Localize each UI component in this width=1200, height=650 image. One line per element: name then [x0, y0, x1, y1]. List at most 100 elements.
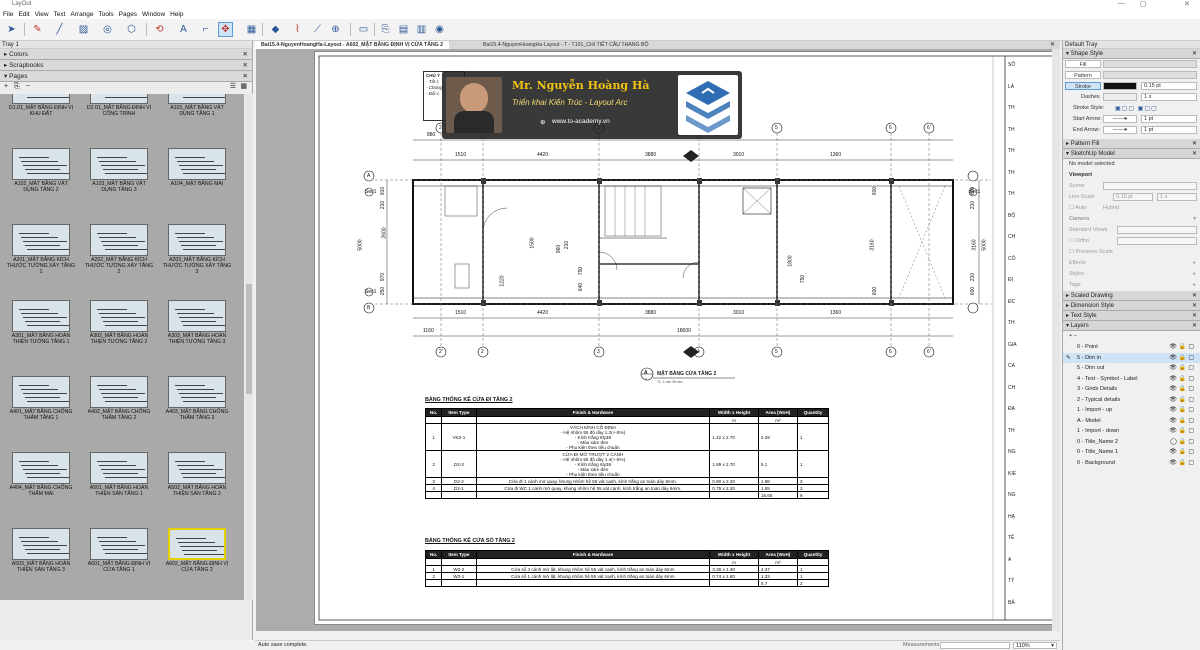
text-tool-icon[interactable]: A — [176, 22, 191, 37]
split-tool-icon[interactable]: ⟋ — [310, 22, 325, 37]
measurements-input[interactable] — [940, 642, 1010, 649]
table-row[interactable]: 1 W2-2 Cửa sổ 4 cánh mở lật, khung nhôm hệ… — [424, 565, 830, 573]
maximize-icon[interactable]: ▢ — [1140, 0, 1147, 8]
tray-section-scrapbooks[interactable]: ▸ Scrapbooks ✕ — [0, 60, 252, 71]
layer-visibility-lock-icons[interactable]: 👁🔒▢ — [1169, 395, 1196, 406]
table-row[interactable]: 4 D2-1 Cửa đi WC 1 cánh mở quay, khung nhô… — [424, 484, 830, 492]
pattern-swatch[interactable] — [1103, 71, 1197, 79]
pages-scroll-thumb[interactable] — [246, 284, 252, 394]
fill-swatch[interactable] — [1103, 60, 1197, 68]
layer-item[interactable]: 3 - Grids Details 👁🔒▢ — [1063, 384, 1200, 395]
layer-item[interactable]: 4 - Text - Symbol - Label 👁🔒▢ — [1063, 374, 1200, 385]
stroke-button[interactable]: Stroke — [1065, 82, 1101, 90]
dash-scale-select[interactable]: 1 x — [1141, 93, 1197, 101]
table-row[interactable]: 2 D2-3 CỬA ĐI MỞ TRƯỢT 2 CÁNH - Hệ nhôm 55 … — [424, 450, 830, 478]
layer-visibility-lock-icons[interactable]: 👁🔒▢ — [1169, 363, 1196, 374]
scene-select[interactable] — [1103, 182, 1197, 190]
menu-view[interactable]: View — [35, 10, 49, 19]
layer-visibility-lock-icons[interactable]: ◯🔒▢ — [1170, 437, 1196, 448]
layer-visibility-lock-icons[interactable]: 👁🔒▢ — [1169, 342, 1196, 353]
page-thumbnail[interactable]: A103_MẶT BẰNG VẬT DỤNG TẦNG 3 — [84, 148, 154, 193]
door-schedule-table[interactable]: No. Item Type Finish & Hardware Width x Hei… — [424, 408, 830, 499]
fill-button[interactable]: Fill — [1065, 60, 1101, 68]
layer-item[interactable]: ✎ 5 - Dim in 👁🔒▢ — [1063, 352, 1200, 363]
tray-section-pages[interactable]: ▾ Pages ✕ — [0, 71, 252, 82]
close-icon[interactable]: ✕ — [1184, 0, 1190, 8]
tags-row[interactable]: Tags ▸ — [1063, 280, 1200, 291]
page-thumbnail[interactable]: A201_MẶT BẰNG KÍCH THƯỚC TƯỜNG XÂY TẦNG … — [6, 224, 76, 275]
grid-view-icon[interactable]: ▦ — [240, 82, 247, 92]
section-dimension-style[interactable]: ▸ Dimension Style ✕ — [1063, 301, 1200, 311]
select-arrow-icon[interactable]: ➤ — [4, 22, 19, 37]
layer-visibility-lock-icons[interactable]: 👁🔒▢ — [1169, 405, 1196, 416]
close-tab-icon[interactable]: ✕ — [1050, 41, 1055, 48]
line-tool-icon[interactable]: ╱ — [52, 22, 67, 37]
page-thumbnail[interactable]: A403_MẶT BẰNG CHỐNG THẤM TẦNG 3 — [162, 376, 232, 421]
menu-tools[interactable]: Tools — [98, 10, 113, 19]
menu-pages[interactable]: Pages — [119, 10, 137, 19]
layer-visibility-lock-icons[interactable]: 👁🔒▢ — [1169, 447, 1196, 458]
menu-help[interactable]: Help — [170, 10, 183, 19]
label-tool-icon[interactable]: ⌐ — [198, 22, 213, 37]
duplicate-page-icon[interactable]: ▥ — [414, 22, 429, 37]
page-thumbnail[interactable]: D2.01_MẶT BẰNG ĐỊNH VỊ CÔNG TRÌNH — [84, 94, 154, 117]
page-thumbnail[interactable]: A202_MẶT BẰNG KÍCH THƯỚC TƯỜNG XÂY TẦNG … — [84, 224, 154, 275]
layer-item[interactable]: 0 - Title_Name 1 👁🔒▢ — [1063, 447, 1200, 458]
remove-layer-icon[interactable]: − — [1074, 333, 1077, 339]
page-thumbnail[interactable]: A203_MẶT BẰNG KÍCH THƯỚC TƯỜNG XÂY TẦNG … — [162, 224, 232, 275]
eraser-icon[interactable]: ◆ — [268, 22, 283, 37]
pattern-button[interactable]: Pattern — [1065, 71, 1101, 79]
table-tool-icon[interactable]: ▦ — [244, 22, 259, 37]
layer-visibility-lock-icons[interactable]: 👁🔒▢ — [1169, 426, 1196, 437]
layer-item[interactable]: 2 - Typical details 👁🔒▢ — [1063, 395, 1200, 406]
page-thumbnail[interactable]: A602_MẶT BẰNG ĐỊNH VỊ CỬA TẦNG 2 — [162, 528, 232, 573]
layer-item[interactable]: 0 - Title_Name 2 ◯🔒▢ — [1063, 437, 1200, 448]
join-tool-icon[interactable]: ⊕ — [328, 22, 343, 37]
page-thumbnail[interactable]: A501_MẶT BẰNG HOÀN THIỆN SÀN TẦNG 1 — [84, 452, 154, 497]
table-row[interactable]: 2 W2-1 Cửa sổ 1 cánh mở lật, khung nhôm hệ… — [424, 572, 830, 580]
page-thumbnail[interactable]: A301_MẶT BẰNG HOÀN THIỆN TƯỜNG TẦNG 1 — [6, 300, 76, 345]
effects-row[interactable]: Effects ▸ — [1063, 258, 1200, 269]
add-page-icon[interactable]: ▤ — [396, 22, 411, 37]
layer-item[interactable]: 0 - Background 👁🔒▢ — [1063, 458, 1200, 469]
minimize-icon[interactable]: — — [1118, 0, 1125, 7]
stroke-color-swatch[interactable] — [1103, 82, 1137, 90]
add-layer-icon[interactable]: + — [1069, 333, 1072, 339]
page-thumbnail[interactable]: A102_MẶT BẰNG VẬT DỤNG TẦNG 2 — [6, 148, 76, 193]
section-shape-style[interactable]: ▾ Shape Style ✕ — [1063, 49, 1200, 59]
line-scale-input[interactable]: 0.10 pt — [1113, 193, 1153, 201]
tab-a602[interactable]: Bai15.4-NguyenHoangHa-Layout - A602_MẶT … — [255, 41, 450, 49]
page-thumbnail[interactable]: D1.01_MẶT BẰNG ĐỊNH VỊ KHU ĐẤT — [6, 94, 76, 117]
section-layers[interactable]: ▾ Layers ✕ — [1063, 321, 1200, 331]
layer-item[interactable]: A - Model 👁🔒▢ — [1063, 416, 1200, 427]
menu-window[interactable]: Window — [142, 10, 165, 19]
window-schedule-table[interactable]: No. Item Type Finish & Hardware Width x Hei… — [424, 550, 830, 587]
page-thumbnail[interactable]: A101_MẶT BẰNG VẬT DỤNG TẦNG 1 — [162, 94, 232, 117]
list-view-icon[interactable]: ☰ — [230, 82, 236, 92]
layer-visibility-lock-icons[interactable]: 👁🔒▢ — [1169, 374, 1196, 385]
rectangle-tool-icon[interactable]: ▨ — [76, 22, 91, 37]
duplicate-page-icon[interactable]: ⎘ — [14, 83, 20, 90]
menu-edit[interactable]: Edit — [18, 10, 29, 19]
start-arrow-size[interactable]: 1 pt — [1141, 115, 1197, 123]
tray-section-colors[interactable]: ▸ Colors ✕ — [0, 49, 252, 60]
layer-visibility-lock-icons[interactable]: 👁🔒▢ — [1169, 458, 1196, 469]
styles-row[interactable]: Styles ▸ — [1063, 269, 1200, 280]
add-page-icon[interactable]: + — [4, 83, 8, 90]
page-thumbnail[interactable]: A502_MẶT BẰNG HOÀN THIỆN SÀN TẦNG 2 — [162, 452, 232, 497]
page-thumbnail[interactable]: A404_MẶT BẰNG CHỐNG THẤM MÁI — [6, 452, 76, 497]
zoom-select[interactable]: 110% ▾ — [1013, 642, 1057, 649]
standard-views-select[interactable] — [1117, 226, 1197, 234]
layer-visibility-lock-icons[interactable]: 👁🔒▢ — [1169, 384, 1196, 395]
page-thumbnail[interactable]: A303_MẶT BẰNG HOÀN THIỆN TƯỜNG TẦNG 3 — [162, 300, 232, 345]
ortho-scale-select[interactable] — [1117, 237, 1197, 245]
end-arrow-select[interactable]: ——● — [1103, 126, 1137, 134]
user-icon[interactable]: ◉ — [432, 22, 447, 37]
screen-icon[interactable]: ▭ — [356, 22, 371, 37]
remove-page-icon[interactable]: − — [26, 83, 30, 90]
page-thumbnail[interactable]: A104_MẶT BẰNG MÁI — [162, 148, 232, 187]
dimension-tool-icon[interactable]: ✥ — [218, 22, 233, 37]
menu-text[interactable]: Text — [54, 10, 66, 19]
stroke-width-select[interactable]: 0.15 pt — [1141, 82, 1197, 90]
pencil-icon[interactable]: ✎ — [30, 22, 45, 37]
